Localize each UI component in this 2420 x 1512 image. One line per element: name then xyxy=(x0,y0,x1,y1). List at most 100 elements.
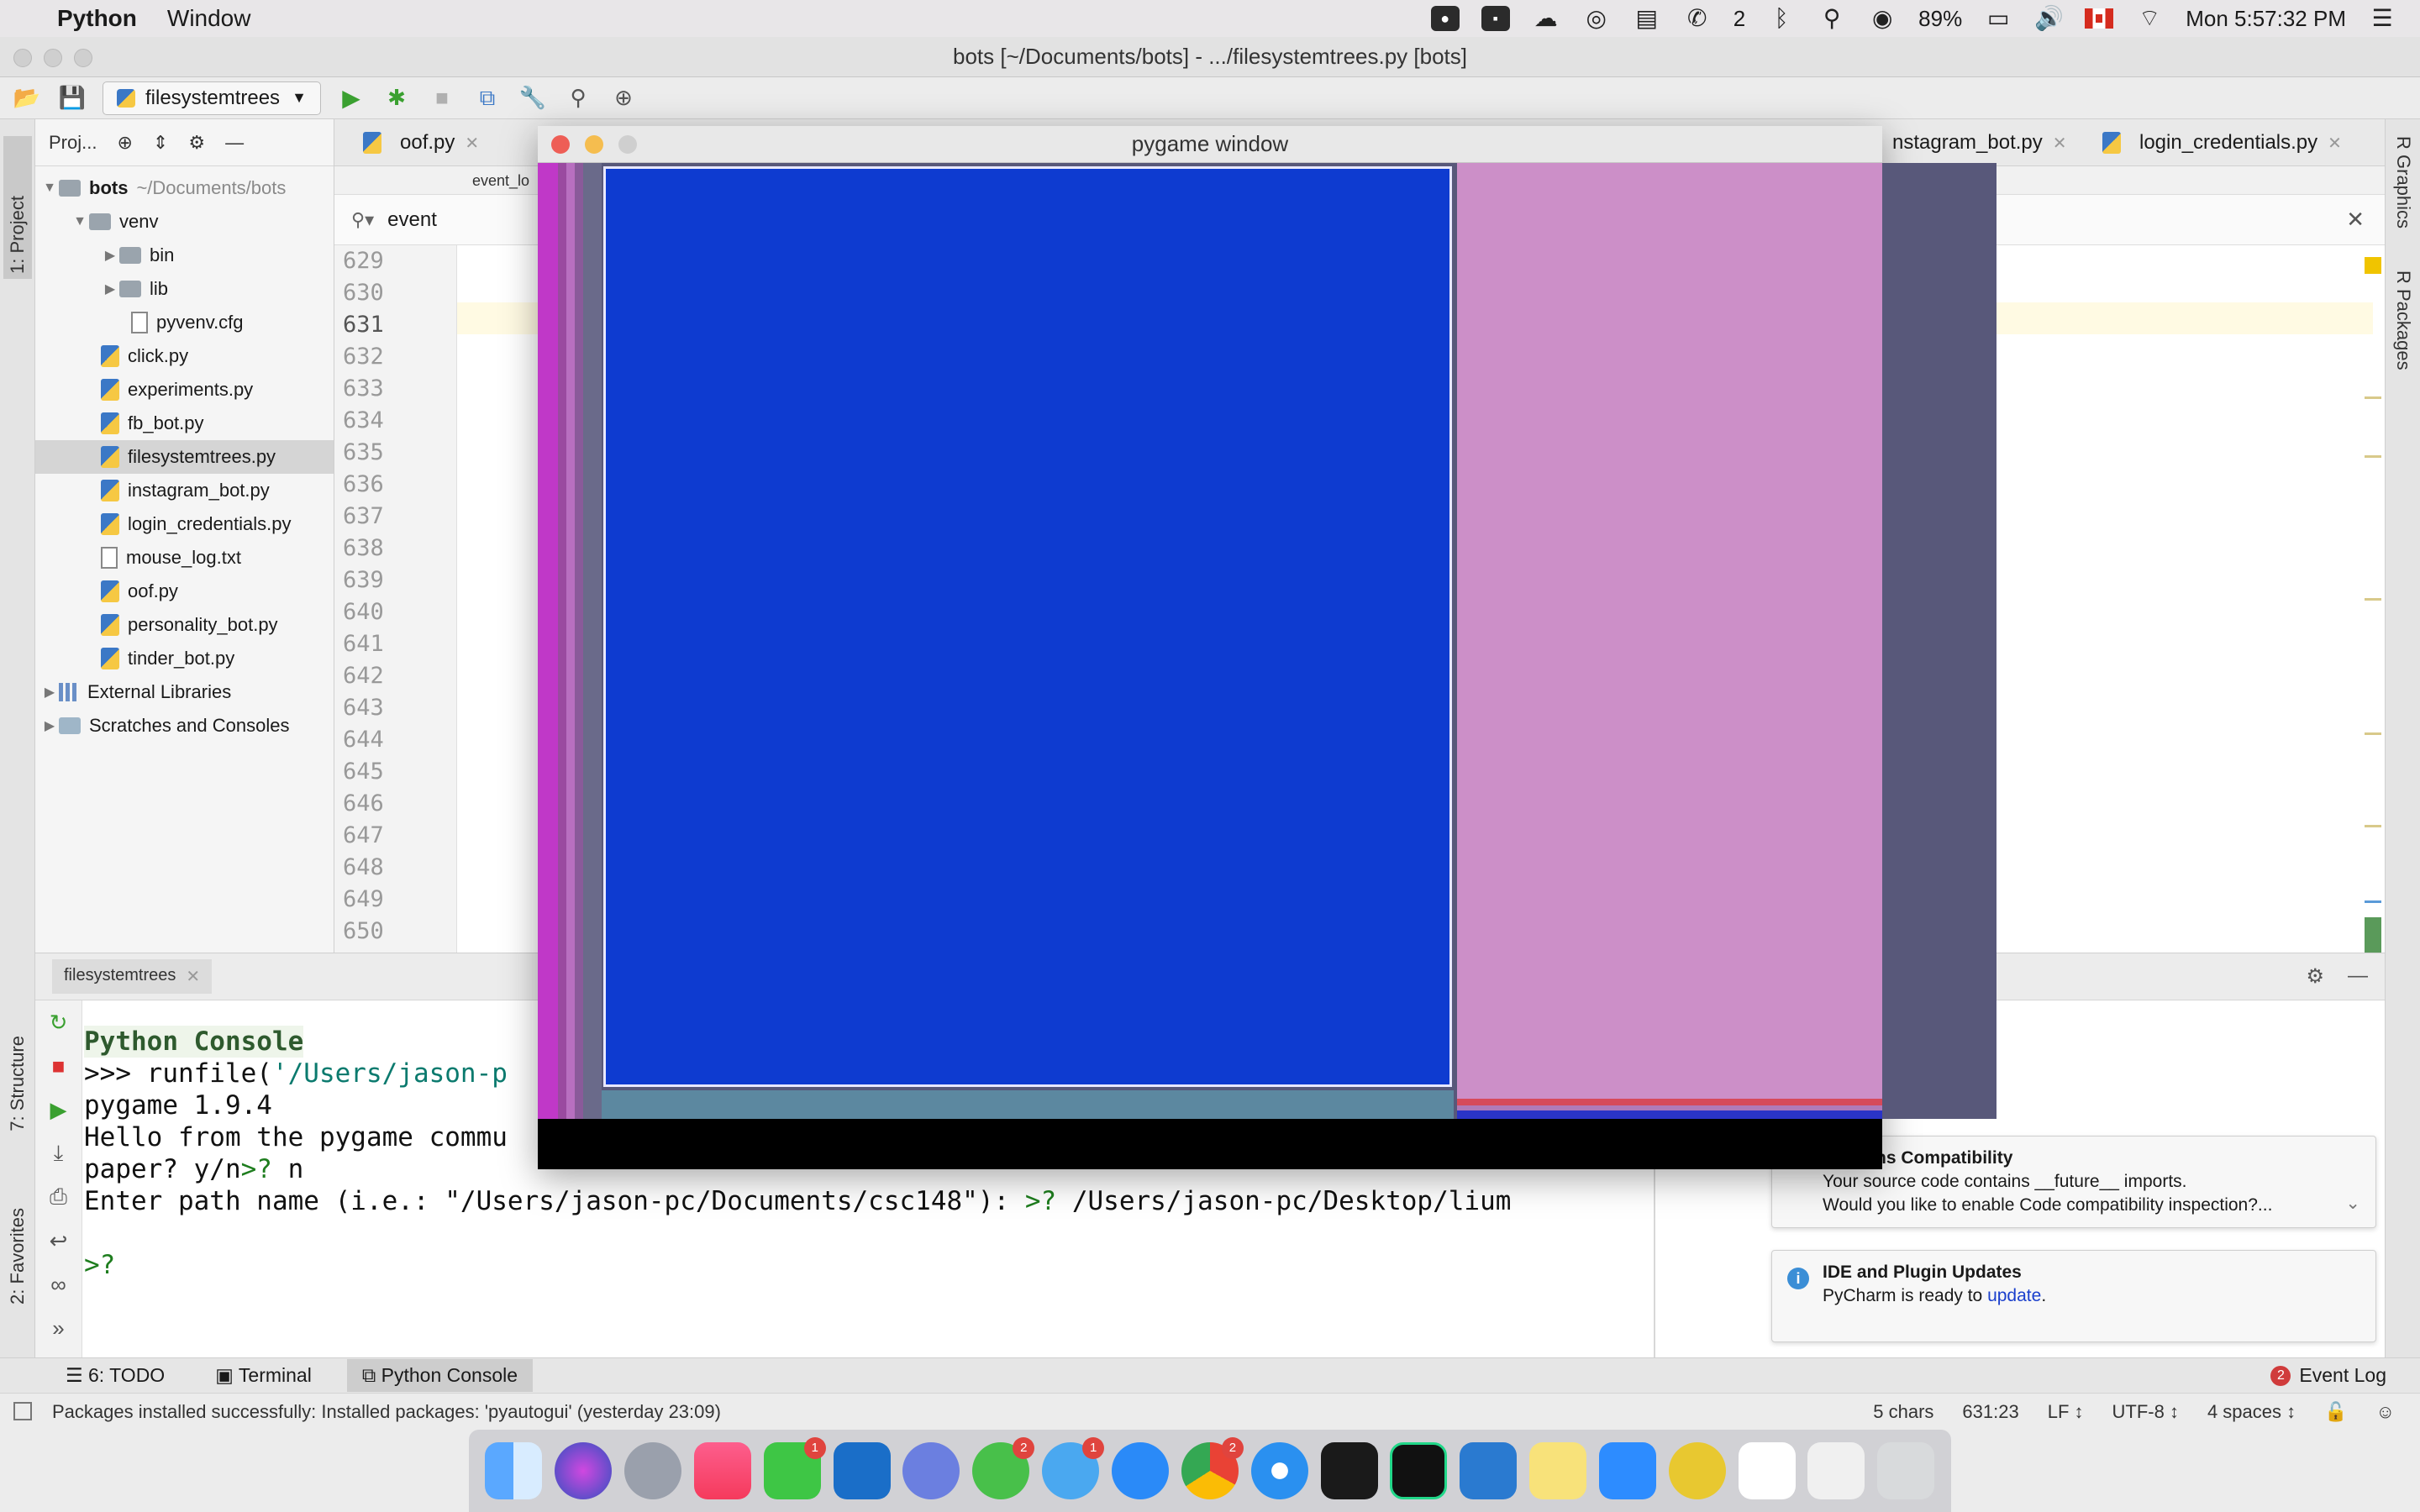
treemap-rect[interactable] xyxy=(1457,163,1882,1099)
marker[interactable] xyxy=(2365,732,2381,735)
cloud-icon[interactable]: ☁ xyxy=(1532,6,1560,31)
bluetooth-icon[interactable]: ᛒ xyxy=(1767,6,1796,31)
more-icon[interactable]: » xyxy=(35,1306,82,1350)
update-link[interactable]: update xyxy=(1987,1286,2041,1305)
launchpad-icon[interactable] xyxy=(624,1442,682,1499)
search-icon[interactable]: ⚲▾ xyxy=(351,209,374,231)
scroll-to-end-icon[interactable]: ⤓ xyxy=(35,1131,82,1175)
terminal-icon[interactable] xyxy=(1320,1442,1378,1499)
tree-file[interactable]: oof.py xyxy=(35,575,334,608)
marker[interactable] xyxy=(2365,396,2381,399)
show-variables-icon[interactable]: ∞ xyxy=(35,1263,82,1306)
indent-setting[interactable]: 4 spaces ↕ xyxy=(2207,1401,2296,1423)
search-input[interactable]: event xyxy=(387,208,437,232)
save-icon[interactable]: 💾 xyxy=(57,83,87,113)
tree-folder-lib[interactable]: ▶ lib xyxy=(35,272,334,306)
tree-root[interactable]: ▼ bots ~/Documents/bots xyxy=(35,171,334,205)
treemap-rect[interactable] xyxy=(566,163,575,1119)
trash-icon[interactable] xyxy=(1877,1442,1935,1499)
zoom-button[interactable] xyxy=(74,49,92,67)
locate-icon[interactable]: ⊕ xyxy=(117,132,132,154)
terminal-tab[interactable]: ▣ Terminal xyxy=(200,1359,327,1392)
battery-icon[interactable]: ▭ xyxy=(1984,6,2012,31)
tree-file[interactable]: click.py xyxy=(35,339,334,373)
treemap-rect[interactable] xyxy=(602,1090,1454,1119)
tree-folder-venv[interactable]: ▼ venv xyxy=(35,205,334,239)
creative-cloud-icon[interactable]: ◎ xyxy=(1582,6,1611,31)
print-icon[interactable]: ⎙ xyxy=(35,1175,82,1219)
treemap-rect[interactable] xyxy=(538,163,558,1119)
siri-icon[interactable] xyxy=(555,1442,613,1499)
hide-icon[interactable]: — xyxy=(225,132,244,154)
tree-folder-bin[interactable]: ▶ bin xyxy=(35,239,334,272)
event-log-tab[interactable]: 2 Event Log xyxy=(2270,1364,2386,1387)
project-view-select[interactable]: Proj... xyxy=(49,132,97,154)
treemap-rect[interactable] xyxy=(583,163,602,1119)
tree-file[interactable]: tinder_bot.py xyxy=(35,642,334,675)
stop-icon[interactable]: ■ xyxy=(35,1044,82,1088)
expand-arrow-icon[interactable]: ▼ xyxy=(71,214,89,229)
collapsed-arrow-icon[interactable]: ▶ xyxy=(40,684,59,701)
safari-icon[interactable] xyxy=(1250,1442,1308,1499)
tree-file[interactable]: login_credentials.py xyxy=(35,507,334,541)
run-icon[interactable]: ▶ xyxy=(336,83,366,113)
pycharm-icon[interactable] xyxy=(1390,1442,1448,1499)
marker[interactable] xyxy=(2365,455,2381,458)
zoom-button[interactable] xyxy=(618,135,637,154)
todo-tab[interactable]: ☰ 6: TODO xyxy=(50,1359,180,1392)
close-tab-icon[interactable]: ✕ xyxy=(465,133,479,154)
search-icon[interactable]: ⚲ xyxy=(563,83,593,113)
wechat-icon[interactable]: 2 xyxy=(972,1437,1035,1499)
close-tab-icon[interactable]: ✕ xyxy=(2328,133,2342,154)
wrench-icon[interactable]: 🔧 xyxy=(518,83,548,113)
wechat-icon[interactable]: ✆ xyxy=(1683,6,1712,31)
python-console-icon[interactable]: ⧉ xyxy=(472,83,502,113)
tree-external-libraries[interactable]: ▶ External Libraries xyxy=(35,675,334,709)
tree-file-cfg[interactable]: pyvenv.cfg xyxy=(35,306,334,339)
expand-arrow-icon[interactable]: ▼ xyxy=(40,181,59,196)
pygame-window[interactable]: pygame window xyxy=(538,126,1996,1169)
file-encoding[interactable]: UTF-8 ↕ xyxy=(2112,1401,2179,1423)
status-message[interactable]: Packages installed successfully: Install… xyxy=(52,1401,721,1423)
music-icon[interactable] xyxy=(693,1442,751,1499)
treemap-selected-rect[interactable] xyxy=(603,166,1452,1087)
tree-file-selected[interactable]: filesystemtrees.py xyxy=(35,440,334,474)
r-graphics-tab[interactable]: R Graphics xyxy=(2392,136,2414,228)
outlook-icon[interactable] xyxy=(833,1442,891,1499)
favorites-tool-tab[interactable]: 2: Favorites xyxy=(3,1203,32,1310)
tab-login-credentials[interactable]: login_credentials.py ✕ xyxy=(2091,119,2354,166)
notes-icon[interactable] xyxy=(1529,1442,1587,1499)
documents-stack-icon[interactable] xyxy=(1807,1442,1865,1499)
console-prompt[interactable]: >? xyxy=(84,1249,1647,1281)
marker[interactable] xyxy=(2365,825,2381,827)
close-tab-icon[interactable]: ✕ xyxy=(186,966,200,987)
volume-icon[interactable]: 🔊 xyxy=(2034,6,2064,31)
wifi-icon[interactable]: ⌔ xyxy=(2135,6,2164,31)
close-icon[interactable]: ✕ xyxy=(2346,207,2365,233)
python-console-tab[interactable]: ⧉ Python Console xyxy=(346,1359,534,1392)
messenger-icon[interactable] xyxy=(1112,1442,1170,1499)
finder-icon[interactable] xyxy=(485,1442,543,1499)
zoom-icon[interactable] xyxy=(1598,1442,1656,1499)
cyberduck-icon[interactable] xyxy=(1668,1442,1726,1499)
tab-instagram[interactable]: nstagram_bot.py ✕ xyxy=(1881,119,2079,166)
plugins-icon[interactable]: ⊕ xyxy=(608,83,639,113)
stop-icon[interactable]: ■ xyxy=(427,83,457,113)
inspector-icon[interactable]: ☺ xyxy=(2376,1401,2395,1423)
input-source-flag-icon[interactable] xyxy=(2085,8,2114,29)
tree-file[interactable]: instagram_bot.py xyxy=(35,474,334,507)
document-icon[interactable] xyxy=(1738,1442,1796,1499)
tab-oof[interactable]: oof.py ✕ xyxy=(351,119,491,166)
close-button[interactable] xyxy=(551,135,570,154)
error-stripe[interactable] xyxy=(2361,245,2385,968)
rerun-icon[interactable]: ↻ xyxy=(35,1000,82,1044)
soft-wrap-icon[interactable]: ↩ xyxy=(35,1219,82,1263)
shield-icon[interactable]: ● xyxy=(1430,6,1460,31)
tree-scratches[interactable]: ▶ Scratches and Consoles xyxy=(35,709,334,743)
warning-marker[interactable] xyxy=(2365,257,2381,274)
updates-notification[interactable]: i IDE and Plugin Updates PyCharm is read… xyxy=(1771,1250,2376,1342)
chevron-down-icon[interactable]: ⌄ xyxy=(2345,1192,2360,1215)
treemap-rect[interactable] xyxy=(1457,1110,1882,1119)
treemap-rect[interactable] xyxy=(575,163,583,1119)
spotlight-icon[interactable]: ⚲ xyxy=(1818,6,1846,31)
